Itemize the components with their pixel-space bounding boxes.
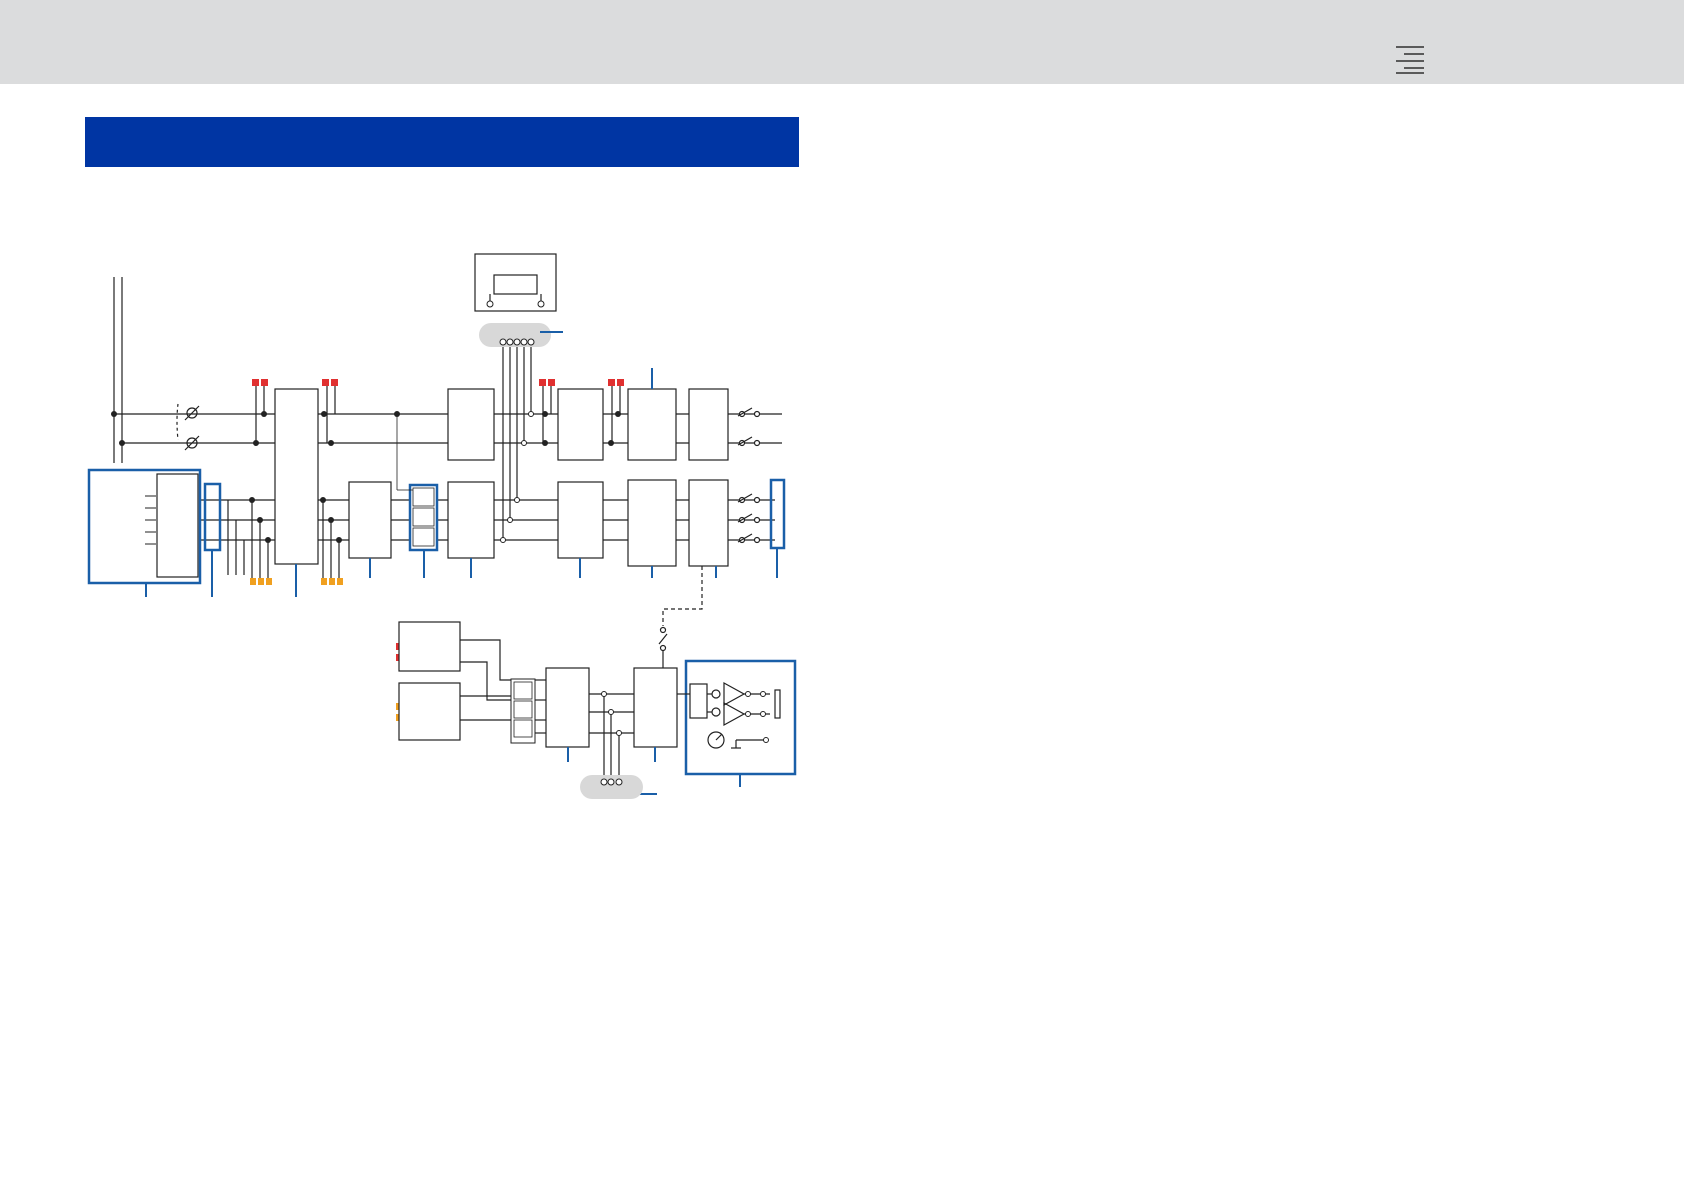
wiring-block-diagram: [87, 253, 797, 799]
